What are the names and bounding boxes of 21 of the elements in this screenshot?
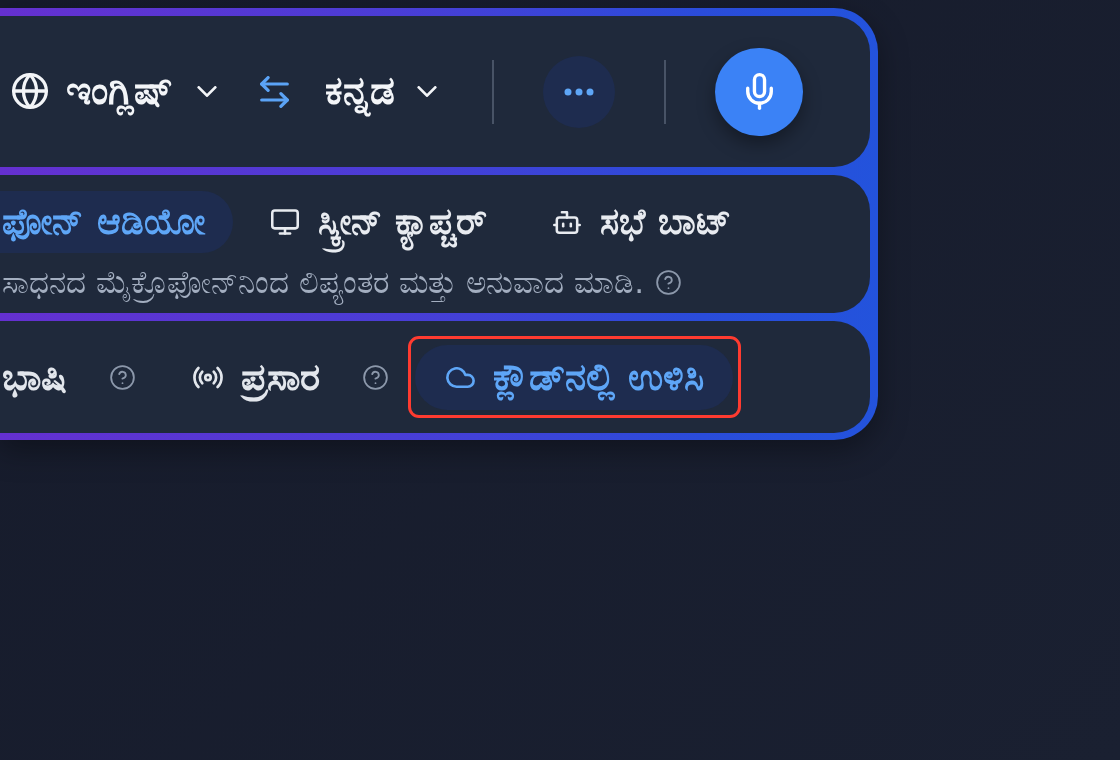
- caret-icon: [417, 86, 437, 97]
- target-language-select[interactable]: ಕನ್ನಡ: [325, 68, 437, 115]
- globe-icon: [12, 73, 48, 110]
- microphone-icon: [745, 73, 773, 110]
- broadcast-icon: [193, 366, 223, 389]
- option-toggle[interactable]: ಕ್ಲೌಡ್‌ನಲ್ಲಿ ಉಳಿಸಿ: [415, 345, 734, 410]
- robot-icon: [553, 210, 582, 234]
- help-icon[interactable]: [110, 364, 135, 390]
- source-language-select[interactable]: ಇಂಗ್ಲಿಷ್: [12, 68, 217, 115]
- swap-icon[interactable]: [260, 75, 289, 108]
- mode-tab[interactable]: ಸ್ಕ್ರೀನ್ ಕ್ಯಾಪ್ಚರ್: [242, 191, 516, 253]
- help-icon[interactable]: [363, 364, 388, 390]
- mode-tab[interactable]: ಸಭೆ ಬಾಟ್: [525, 191, 760, 253]
- more-icon: [564, 87, 594, 96]
- help-icon[interactable]: [656, 270, 682, 296]
- caret-icon: [197, 86, 217, 97]
- cloud-icon: [446, 367, 475, 388]
- option-toggle[interactable]: ಪ್ರಸಾರ: [162, 345, 349, 410]
- option-toggle[interactable]: ಭಾಷಿ: [0, 345, 96, 410]
- mode-tab[interactable]: ಫೋನ್ ಆಡಿಯೋ: [0, 191, 233, 253]
- monitor-icon: [270, 209, 299, 235]
